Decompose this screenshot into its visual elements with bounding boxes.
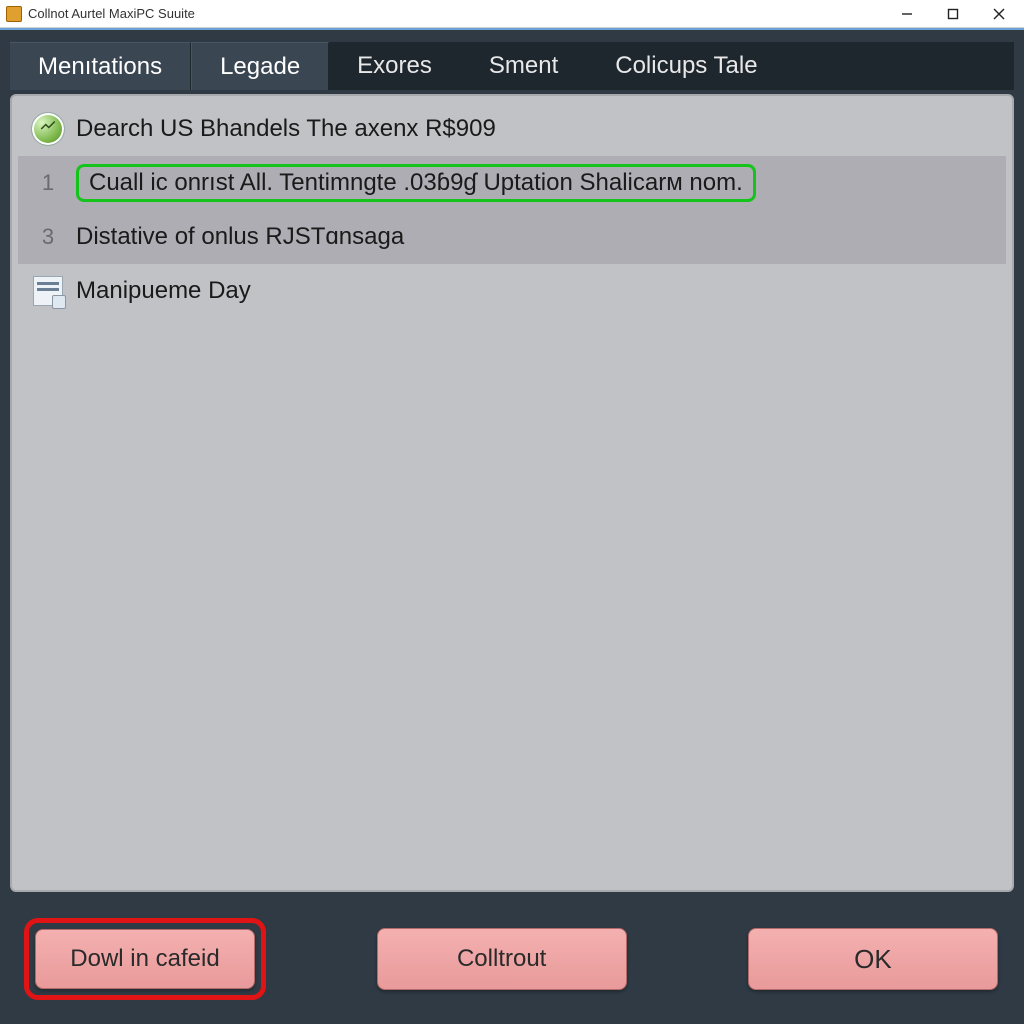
tab-legade[interactable]: Legade <box>191 42 329 90</box>
list-item[interactable]: 3 Distative of onlus RJSTɑnsaga <box>18 210 1006 264</box>
row-number: 1 <box>26 170 70 196</box>
dowl-in-cafeid-button[interactable]: Dowl in cafeid <box>35 929 255 989</box>
minimize-button[interactable] <box>884 0 930 28</box>
globe-icon <box>26 112 70 146</box>
titlebar: Collnot Aurtel MaxiPC Suuite <box>0 0 1024 28</box>
highlighted-text: Cuall ic onrıst All. Tentimngte .03ɓ9ɠ U… <box>76 164 756 202</box>
list-item-label: Distative of onlus RJSTɑnsaga <box>70 223 998 251</box>
maximize-button[interactable] <box>930 0 976 28</box>
window-controls <box>884 0 1022 28</box>
list-item[interactable]: Dearch US Bhandels The axenx R$909 <box>18 102 1006 156</box>
row-number: 3 <box>26 224 70 250</box>
list-item-label: Dearch US Bhandels The axenx R$909 <box>70 115 998 143</box>
tab-strip: Menıtations Legade Exores Sment Colicups… <box>10 42 1014 90</box>
tab-exores[interactable]: Exores <box>329 42 461 90</box>
list-item[interactable]: 1 Cuall ic onrıst All. Tentimngte .03ɓ9ɠ… <box>18 156 1006 210</box>
tab-mentations[interactable]: Menıtations <box>10 42 191 90</box>
colltrout-button[interactable]: Colltrout <box>377 928 627 990</box>
list-item[interactable]: Manipueme Day <box>18 264 1006 318</box>
tab-sment[interactable]: Sment <box>461 42 587 90</box>
document-icon <box>26 276 70 306</box>
main-panel: Dearch US Bhandels The axenx R$909 1 Cua… <box>10 94 1014 892</box>
close-button[interactable] <box>976 0 1022 28</box>
tab-colicups[interactable]: Colicups Tale <box>587 42 786 90</box>
window-title: Collnot Aurtel MaxiPC Suuite <box>28 6 195 21</box>
ok-button[interactable]: OK <box>748 928 998 990</box>
list-item-label: Cuall ic onrıst All. Tentimngte .03ɓ9ɠ U… <box>70 164 998 202</box>
button-bar: Dowl in cafeid Colltrout OK <box>10 892 1014 1012</box>
list-item-label: Manipueme Day <box>70 277 998 305</box>
app-frame: Menıtations Legade Exores Sment Colicups… <box>0 28 1024 1024</box>
app-icon <box>6 6 22 22</box>
primary-button-highlight: Dowl in cafeid <box>24 918 266 1000</box>
tab-spacer <box>787 42 1014 90</box>
